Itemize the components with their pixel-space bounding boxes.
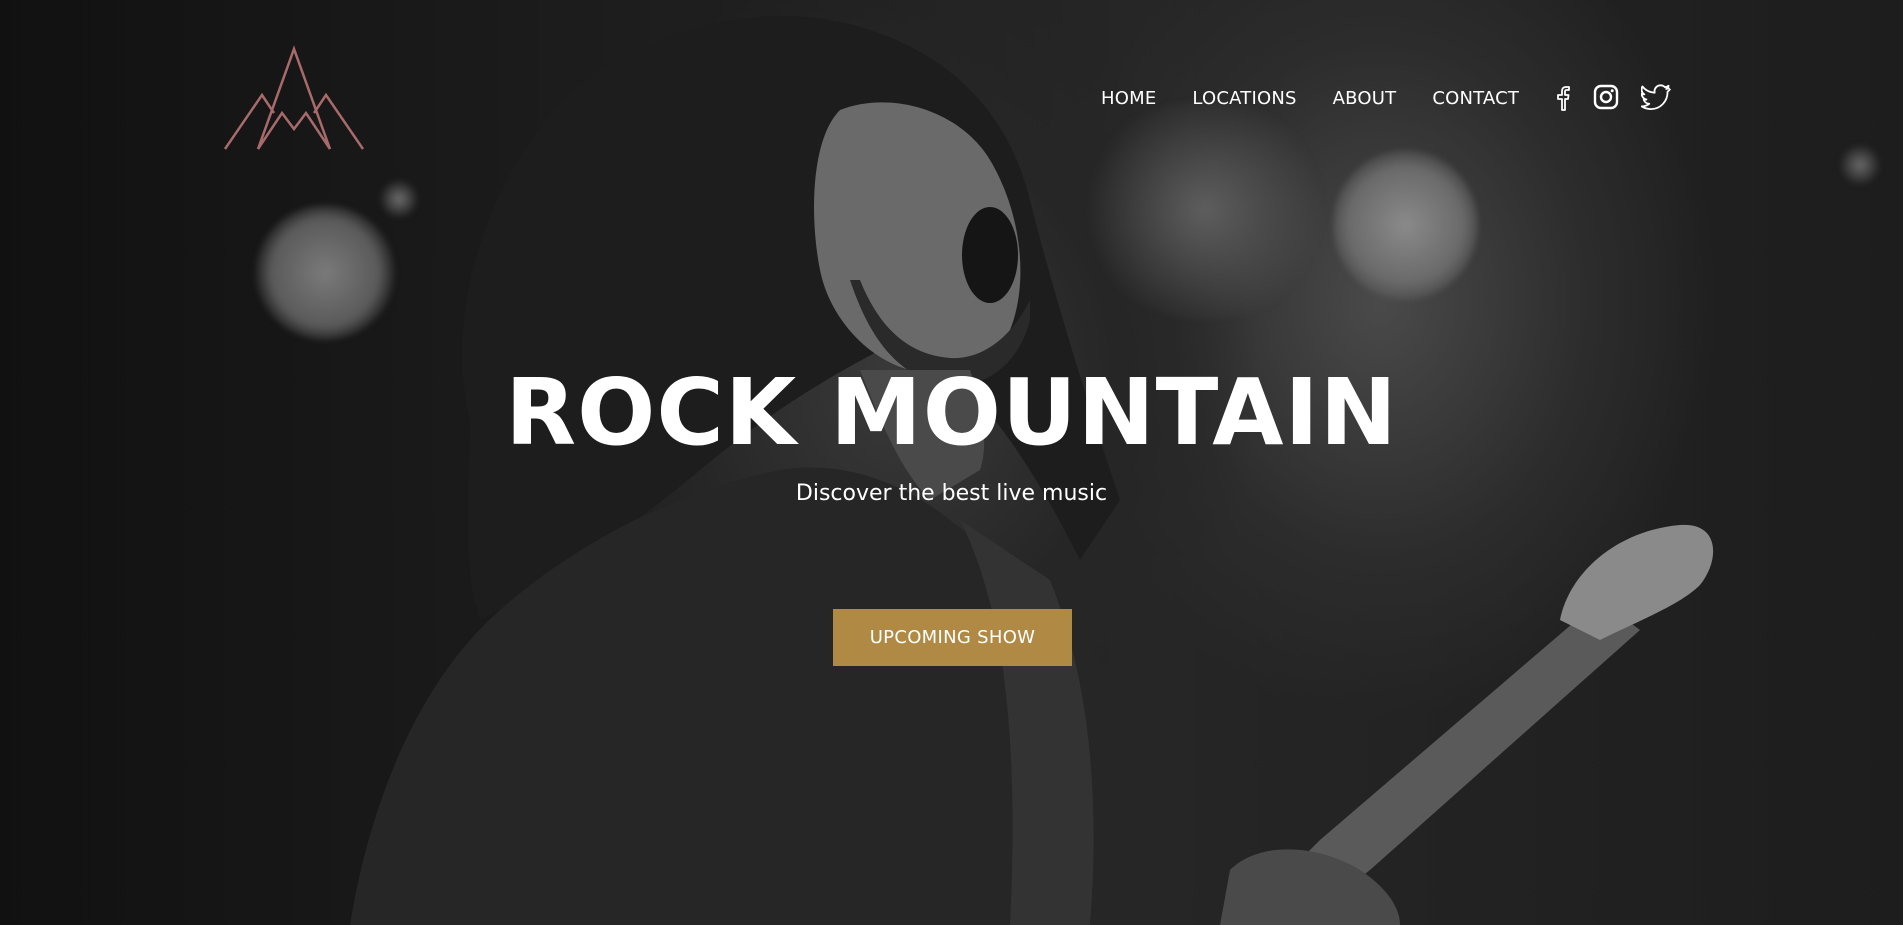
mountain-logo-icon[interactable] [222, 45, 366, 151]
main-nav: HOME LOCATIONS ABOUT CONTACT [1101, 82, 1693, 116]
social-links [1555, 83, 1693, 116]
nav-locations[interactable]: LOCATIONS [1192, 82, 1296, 116]
instagram-icon[interactable] [1593, 84, 1619, 115]
hero-subtitle: Discover the best live music [795, 481, 1108, 506]
hero-title: ROCK MOUNTAIN [505, 359, 1398, 466]
nav-contact[interactable]: CONTACT [1432, 82, 1519, 116]
twitter-icon[interactable] [1640, 83, 1672, 115]
hero-section: HOME LOCATIONS ABOUT CONTACT ROCK MOUNTA… [0, 0, 1903, 925]
facebook-icon[interactable] [1555, 83, 1571, 116]
nav-home[interactable]: HOME [1101, 82, 1156, 116]
upcoming-show-button[interactable]: UPCOMING SHOW [833, 609, 1072, 666]
nav-about[interactable]: ABOUT [1333, 82, 1397, 116]
